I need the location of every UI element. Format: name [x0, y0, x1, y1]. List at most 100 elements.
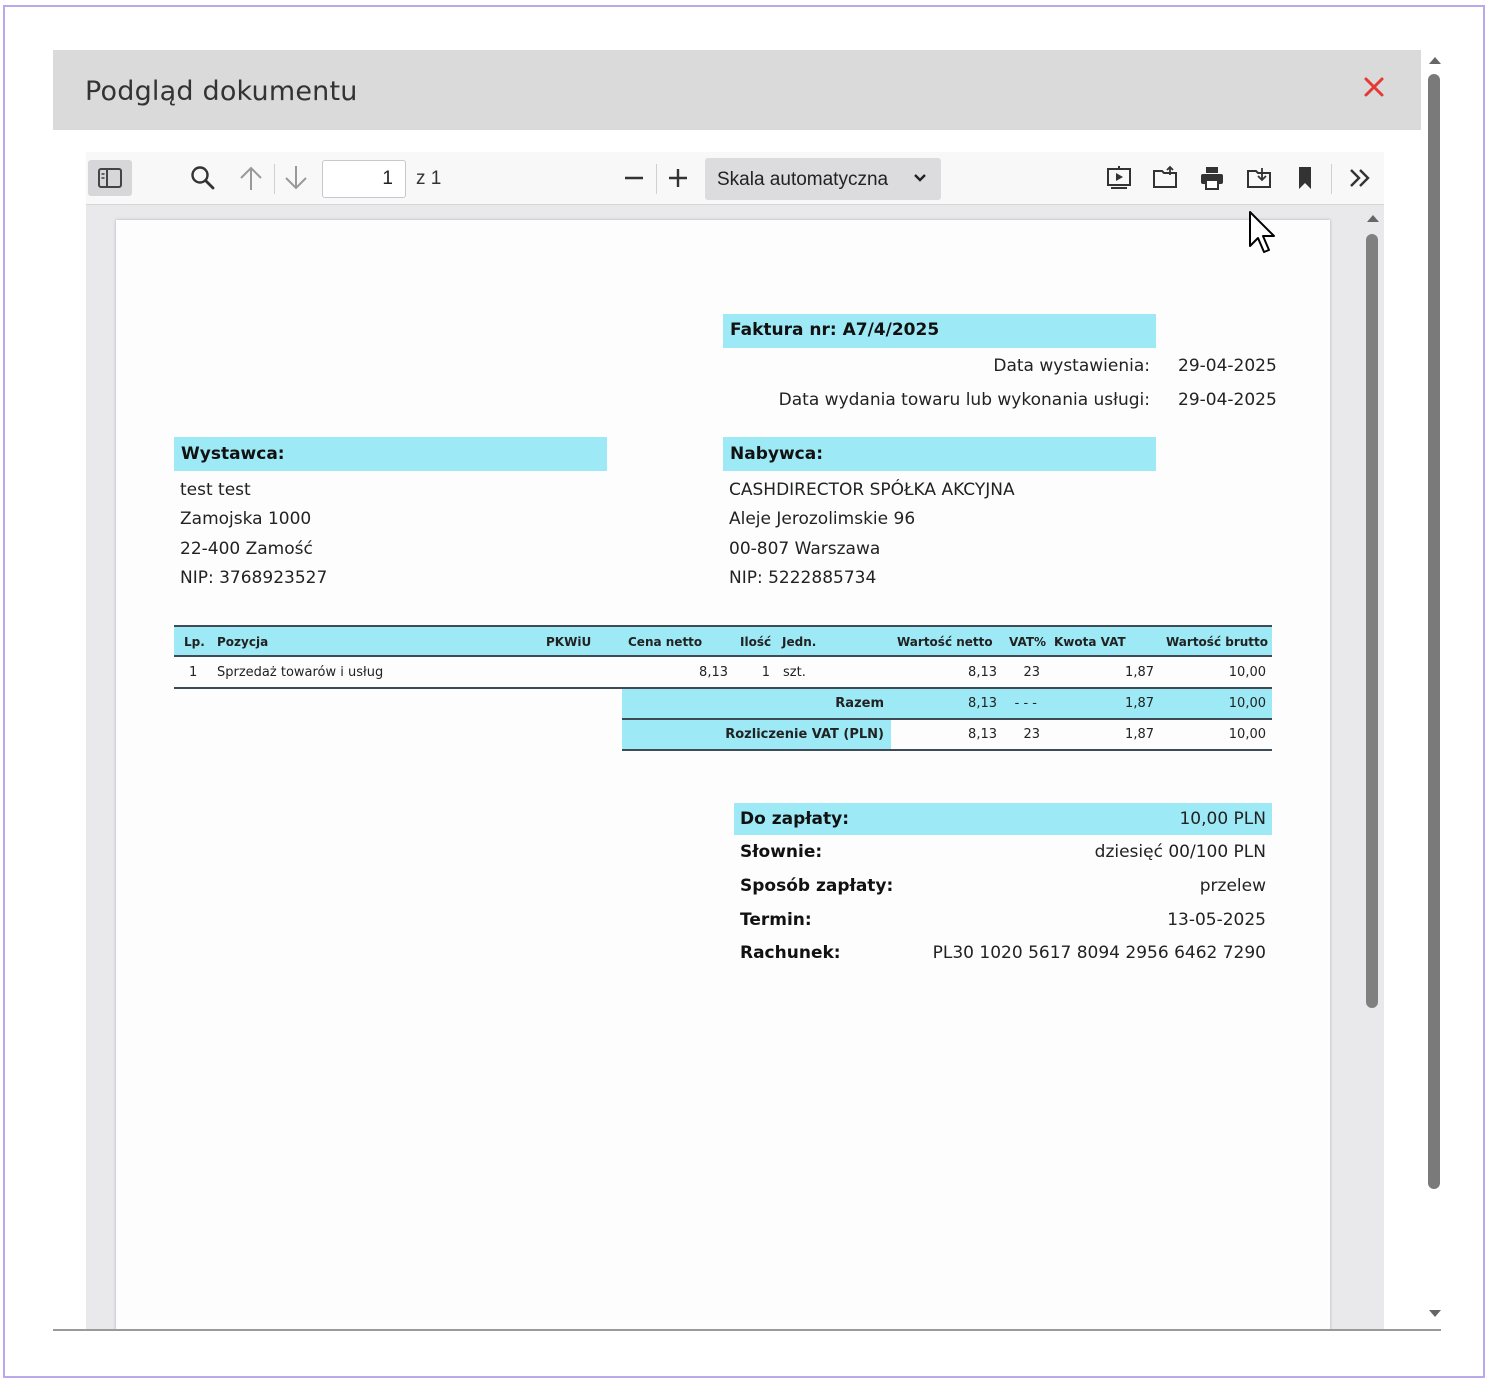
bank-account-label: Rachunek: [740, 943, 841, 963]
cell-qty: 1 [761, 665, 770, 680]
zoom-scale-select[interactable]: Skala automatyczna [705, 158, 941, 200]
column-header: Pozycja [217, 635, 269, 649]
column-header: Kwota VAT [1054, 635, 1126, 649]
more-tools-button[interactable] [1341, 160, 1379, 196]
buyer-line: NIP: 5222885734 [729, 568, 877, 588]
cell-unit: szt. [783, 665, 806, 680]
cell-vat-rate: 23 [1023, 665, 1040, 680]
arrow-down-icon [285, 166, 307, 190]
column-header: VAT% [1009, 635, 1047, 649]
buyer-line: CASHDIRECTOR SPÓŁKA AKCYJNA [729, 480, 1015, 500]
scroll-down-arrow-icon[interactable] [1428, 1308, 1442, 1320]
cell-gross: 10,00 [1228, 665, 1266, 680]
toolbar-separator [274, 164, 275, 194]
total-row [622, 689, 1272, 719]
invoice-title: Faktura nr: A7/4/2025 [723, 314, 1156, 348]
presentation-icon [1107, 166, 1131, 189]
column-header: Jedn. [782, 635, 817, 649]
zoom-out-button[interactable] [615, 160, 653, 196]
toolbar-separator [1331, 164, 1332, 194]
seller-line: Zamojska 1000 [180, 509, 312, 529]
column-header: PKWiU [546, 635, 592, 649]
amount-due-value: 10,00 PLN [1179, 809, 1266, 829]
payment-method-label: Sposób zapłaty: [740, 876, 894, 896]
cell-lp: 1 [189, 665, 198, 680]
cell-net: 8,13 [968, 665, 997, 680]
open-file-button[interactable] [1146, 160, 1184, 196]
scrollbar-thumb[interactable] [1428, 74, 1440, 1189]
payment-term-row: Termin: 13-05-2025 [734, 904, 1272, 936]
search-button[interactable] [184, 160, 222, 196]
double-chevron-right-icon [1350, 169, 1370, 187]
payment-term-label: Termin: [740, 910, 812, 930]
amount-due-row: Do zapłaty: 10,00 PLN [734, 803, 1272, 835]
payment-method-value: przelew [1199, 876, 1266, 896]
previous-page-button[interactable] [232, 160, 270, 196]
total-vat-rate: - - - [1014, 696, 1037, 711]
sidebar-toggle-button[interactable] [88, 160, 132, 196]
total-vat: 1,87 [1125, 696, 1154, 711]
column-header: Wartość netto [897, 635, 993, 649]
bookmark-icon [1299, 167, 1311, 189]
issue-date-label: Data wystawienia: [993, 356, 1150, 376]
amount-words-value: dziesięć 00/100 PLN [1094, 842, 1266, 862]
arrow-up-icon [240, 166, 262, 190]
row-divider [622, 749, 1272, 751]
search-icon [191, 166, 215, 190]
amount-words-row: Słownie: dziesięć 00/100 PLN [734, 836, 1272, 868]
dialog-title: Podgląd dokumentu [85, 76, 358, 107]
seller-heading: Wystawca: [174, 437, 607, 471]
plus-icon [669, 169, 687, 187]
page-number-input[interactable] [322, 160, 406, 198]
issue-date-value: 29-04-2025 [1178, 356, 1277, 376]
column-header: Wartość brutto [1166, 635, 1269, 649]
vat-summary-vat-rate: 23 [1023, 727, 1040, 742]
document-page: Faktura nr: A7/4/2025 Data wystawienia: … [116, 220, 1330, 1330]
amount-due-label: Do zapłaty: [740, 809, 850, 829]
open-file-icon [1153, 165, 1177, 188]
bookmark-button[interactable] [1286, 160, 1324, 196]
toolbar-separator [656, 164, 657, 194]
mouse-cursor-icon [1249, 211, 1275, 253]
payment-term-value: 13-05-2025 [1167, 910, 1266, 930]
pdf-viewer: z 1 Skala automatyczna [86, 152, 1384, 1330]
download-button[interactable] [1240, 160, 1278, 196]
delivery-date-label: Data wydania towaru lub wykonania usługi… [778, 390, 1150, 410]
dialog-header: Podgląd dokumentu [53, 50, 1421, 130]
column-header: Cena netto [628, 635, 703, 649]
seller-line: test test [180, 480, 251, 500]
vat-summary-gross: 10,00 [1228, 727, 1266, 742]
vat-summary-net: 8,13 [968, 727, 997, 742]
presentation-mode-button[interactable] [1100, 160, 1138, 196]
inner-scrollbar-thumb[interactable] [1366, 234, 1378, 1008]
total-gross: 10,00 [1228, 696, 1266, 711]
cell-name: Sprzedaż towarów i usług [217, 665, 384, 680]
total-label: Razem [835, 696, 884, 711]
amount-words-label: Słownie: [740, 842, 823, 862]
buyer-heading: Nabywca: [723, 437, 1156, 471]
zoom-scale-value: Skala automatyczna [717, 169, 889, 190]
total-net: 8,13 [968, 696, 997, 711]
zoom-in-button[interactable] [659, 160, 697, 196]
close-icon [1364, 77, 1384, 97]
download-icon [1247, 168, 1271, 188]
minus-icon [625, 176, 643, 180]
print-button[interactable] [1193, 160, 1231, 196]
dialog-bottom-border [53, 1329, 1441, 1331]
column-header: Lp. [184, 635, 205, 649]
delivery-date-value: 29-04-2025 [1178, 390, 1277, 410]
vat-summary-label: Rozliczenie VAT (PLN) [725, 727, 884, 742]
vat-summary-vat: 1,87 [1125, 727, 1154, 742]
next-page-button[interactable] [277, 160, 315, 196]
buyer-line: 00-807 Warszawa [729, 539, 881, 559]
payment-method-row: Sposób zapłaty: przelew [734, 870, 1272, 902]
buyer-line: Aleje Jerozolimskie 96 [729, 509, 916, 529]
sidebar-icon [98, 168, 122, 188]
close-button[interactable] [1361, 74, 1387, 100]
cell-price: 8,13 [699, 665, 728, 680]
cell-vat: 1,87 [1125, 665, 1154, 680]
seller-line: NIP: 3768923527 [180, 568, 328, 588]
scroll-up-arrow-icon[interactable] [1428, 54, 1442, 66]
inner-scroll-up-arrow-icon[interactable] [1366, 212, 1380, 224]
printer-icon [1201, 167, 1223, 190]
